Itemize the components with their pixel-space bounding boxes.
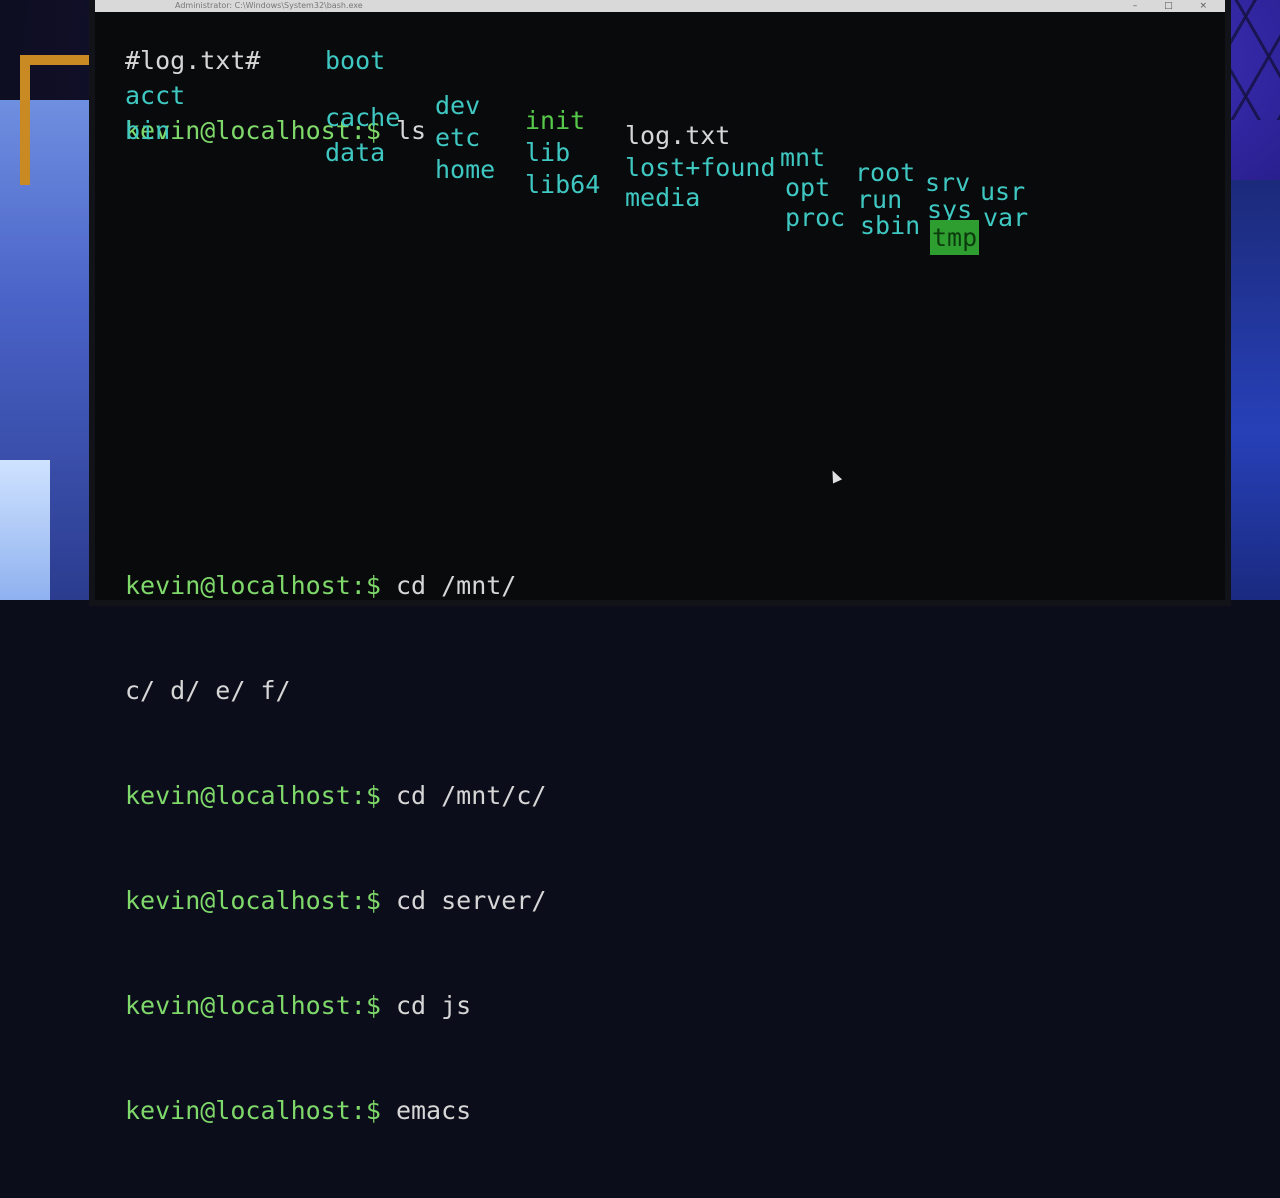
ls-entry: tmp <box>930 220 980 255</box>
ls-entry: cache <box>325 103 401 132</box>
ls-entry: etc <box>435 123 481 152</box>
terminal-line: kevin@localhost:$ cd server/ <box>125 883 546 918</box>
shell-prompt: kevin@localhost:$ <box>125 1096 381 1125</box>
window-controls[interactable]: – □ × <box>1133 0 1219 12</box>
ls-entry: #log.txt# <box>125 46 261 75</box>
shell-command: emacs <box>395 1096 472 1125</box>
shell-command: cd /mnt/c/ <box>395 781 547 810</box>
ls-entry: init <box>525 106 586 135</box>
ls-entry: media <box>625 183 701 212</box>
shell-prompt: kevin@localhost:$ <box>125 886 381 915</box>
shell-command: cd /mnt/ <box>395 571 517 600</box>
shell-command: cd js <box>395 991 472 1020</box>
ls-entry: log.txt <box>625 121 731 150</box>
ls-entry: sbin <box>860 211 921 240</box>
terminal-window[interactable]: Administrator: C:\Windows\System32\bash.… <box>95 0 1225 1125</box>
mouse-pointer-icon <box>827 468 843 484</box>
terminal-line: kevin@localhost:$ cd /mnt/c/ <box>125 778 546 813</box>
ls-entry: lib <box>525 138 571 167</box>
ls-entry: data <box>325 138 386 167</box>
ls-entry: proc <box>785 203 846 232</box>
stage-side-panel <box>0 55 110 600</box>
terminal-line: kevin@localhost:$ emacs <box>125 1093 546 1128</box>
shell-prompt: kevin@localhost:$ <box>125 991 381 1020</box>
stage-light-strip <box>0 460 50 600</box>
terminal-line: kevin@localhost:$ cd js <box>125 988 546 1023</box>
ls-entry: boot <box>325 46 386 75</box>
terminal-line: kevin@localhost:$ cd /mnt/ <box>125 568 546 603</box>
ls-entry: bin <box>125 116 171 145</box>
ls-entry: var <box>983 203 1029 232</box>
shell-prompt: kevin@localhost:$ <box>125 571 381 600</box>
ls-entry: lib64 <box>525 170 601 199</box>
shell-prompt: kevin@localhost:$ <box>125 781 381 810</box>
shell-command: ls <box>395 116 427 145</box>
ls-entry: dev <box>435 91 481 120</box>
command-output: c/ d/ e/ f/ <box>125 676 291 705</box>
ls-entry: home <box>435 155 496 184</box>
ls-entry: acct <box>125 81 186 110</box>
shell-command: cd server/ <box>395 886 547 915</box>
stage-light-frame <box>20 55 90 185</box>
